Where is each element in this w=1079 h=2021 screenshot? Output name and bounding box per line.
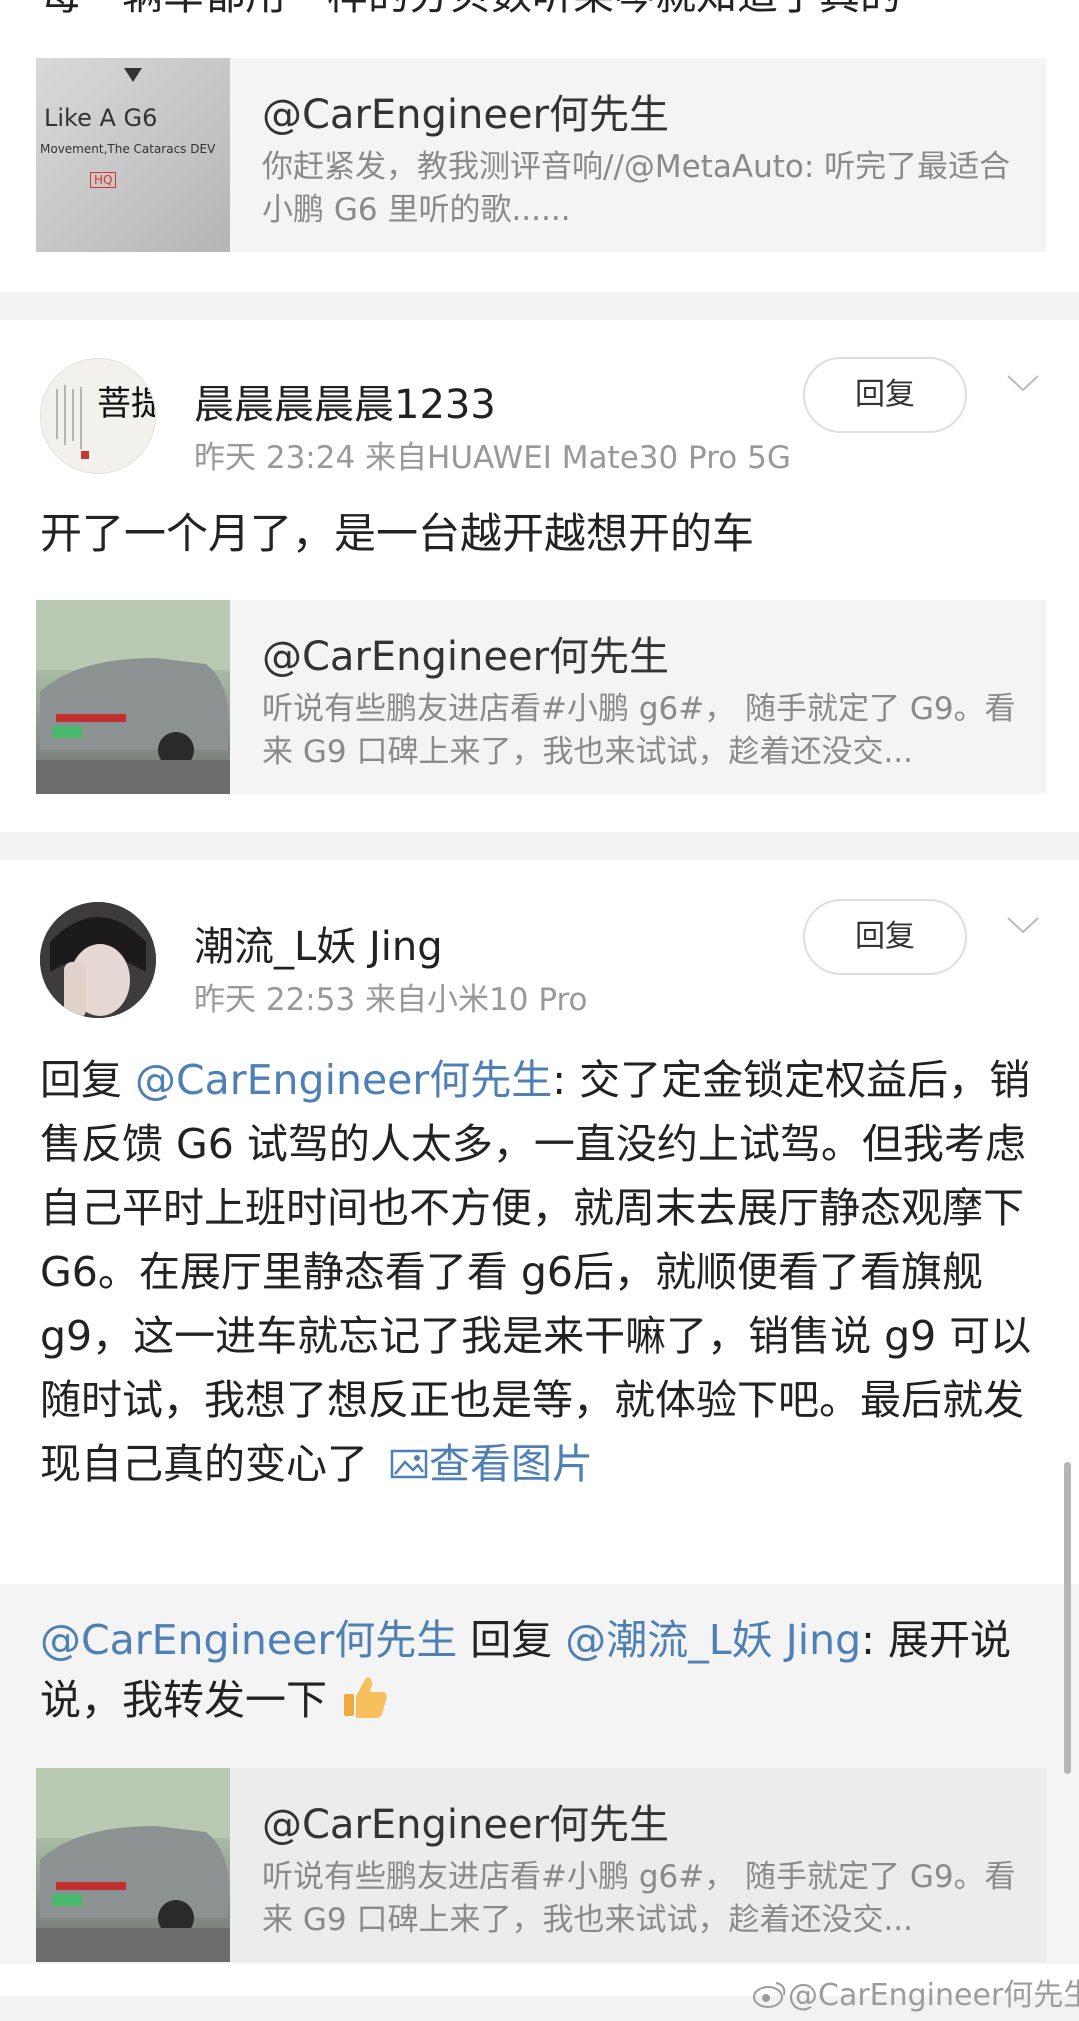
reply-word: 回复 <box>457 1616 566 1664</box>
comment-meta: 昨天 23:24 来自HUAWEI Mate30 Pro 5G <box>194 440 791 476</box>
calligraphy-avatar-icon: 菩提 <box>56 384 156 459</box>
scrollbar[interactable] <box>1064 1462 1071 1774</box>
quoted-post-text: 听说有些鹏友进店看#小鹏 g6#， 随手就定了 G9。看来 G9 口碑上来了，我… <box>262 1859 1016 1938</box>
quoted-post-author[interactable]: @CarEngineer何先生 <box>262 82 669 140</box>
thumbs-up-icon <box>344 1677 387 1718</box>
username[interactable]: 晨晨晨晨晨1233 <box>194 372 496 430</box>
quoted-post-card[interactable]: Like A G6 Movement,The Cataracs DEV HQ @… <box>36 58 1046 252</box>
cover-title: Like A G6 <box>44 104 158 132</box>
comment-meta: 昨天 22:53 来自小米10 Pro <box>194 982 588 1018</box>
quoted-post-author[interactable]: @CarEngineer何先生 <box>262 624 669 682</box>
car-image-icon <box>36 1768 230 1962</box>
reply-prefix: 回复 <box>40 1056 136 1104</box>
person-avatar-icon <box>40 902 156 1018</box>
avatar[interactable] <box>40 902 156 1018</box>
quoted-post-text: 你赶紧发，教我测评音响//@MetaAuto: 听完了最适合小鹏 G6 里听的歌… <box>262 149 1011 228</box>
car-photo-thumbnail <box>36 600 230 794</box>
quoted-post-card[interactable]: @CarEngineer何先生 听说有些鹏友进店看#小鹏 g6#， 随手就定了 … <box>36 1768 1046 1962</box>
username[interactable]: 潮流_L妖 Jing <box>194 914 443 972</box>
avatar[interactable]: 菩提 <box>40 358 156 474</box>
quoted-post-author[interactable]: @CarEngineer何先生 <box>262 1792 669 1850</box>
chevron-down-icon[interactable] <box>1006 366 1040 400</box>
reply-button[interactable]: 回复 <box>803 357 967 433</box>
cover-subtitle: Movement,The Cataracs DEV <box>40 142 216 156</box>
quoted-post-card[interactable]: @CarEngineer何先生 听说有些鹏友进店看#小鹏 g6#， 随手就定了 … <box>36 600 1046 794</box>
sub-reply-text: @CarEngineer何先生 回复 @潮流_L妖 Jing: 展开说说，我转发… <box>40 1610 1040 1730</box>
weibo-logo-icon <box>753 1982 786 2008</box>
mention-link[interactable]: @CarEngineer何先生 <box>40 1616 457 1664</box>
truncated-comment-text: 每一辆车都用一样的分贝数听某琴就知道了真的 <box>40 0 901 20</box>
watermark: @CarEngineer何先生 <box>752 1970 1079 2014</box>
reply-button[interactable]: 回复 <box>803 899 967 975</box>
view-image-link[interactable]: 查看图片 <box>429 1440 593 1488</box>
comment-text: 回复 @CarEngineer何先生: 交了定金锁定权益后，销售反馈 G6 试驾… <box>40 1048 1040 1496</box>
car-photo-thumbnail <box>36 1768 230 1962</box>
mention-link[interactable]: @潮流_L妖 Jing <box>565 1616 861 1664</box>
chevron-down-icon[interactable] <box>1006 908 1040 942</box>
quoted-post-thumbnail: Like A G6 Movement,The Cataracs DEV HQ <box>36 58 230 252</box>
section-divider <box>0 292 1079 320</box>
watermark-text: @CarEngineer何先生 <box>788 1978 1079 2013</box>
mention-link[interactable]: @CarEngineer何先生 <box>135 1056 552 1104</box>
comment-text: 开了一个月了，是一台越开越想开的车 <box>40 509 755 558</box>
comment-body: : 交了定金锁定权益后，销售反馈 G6 试驾的人太多，一直没约上试驾。但我考虑自… <box>40 1056 1032 1488</box>
quoted-post-text: 听说有些鹏友进店看#小鹏 g6#， 随手就定了 G9。看来 G9 口碑上来了，我… <box>262 691 1016 770</box>
car-image-icon <box>36 600 230 794</box>
cover-hq-badge: HQ <box>90 172 117 188</box>
image-icon[interactable] <box>389 1448 429 1482</box>
svg-text:菩提: 菩提 <box>97 384 156 424</box>
section-divider <box>0 832 1079 860</box>
